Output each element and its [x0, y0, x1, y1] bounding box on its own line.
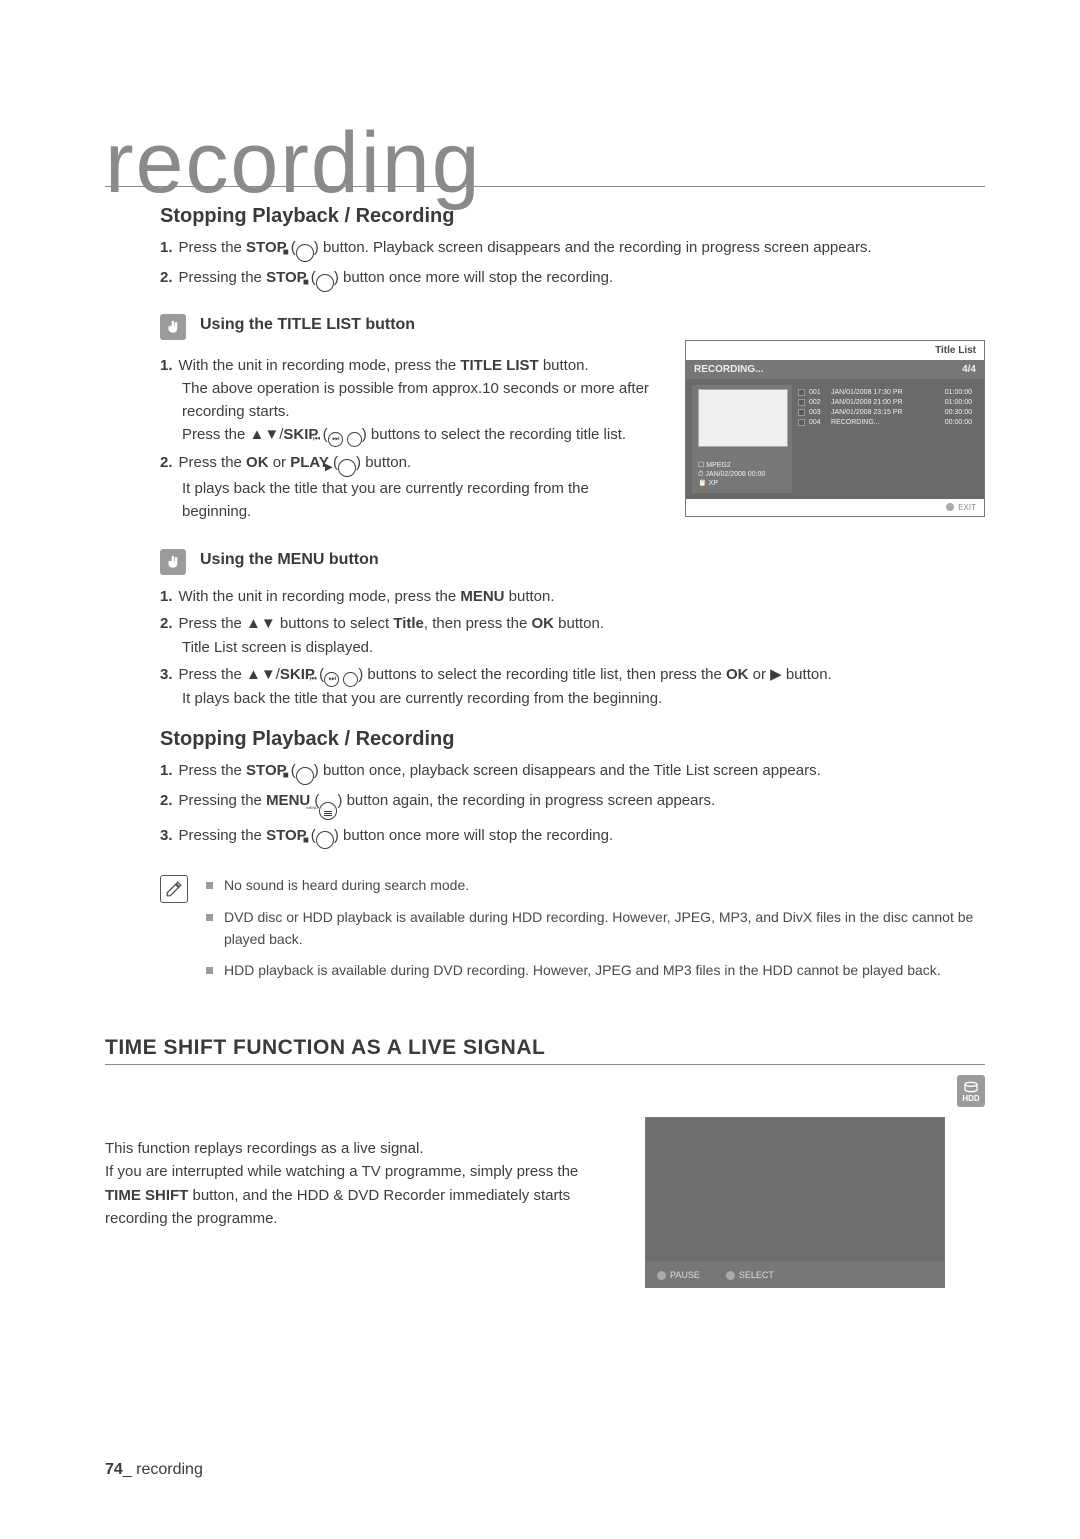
- title-list-screenshot: Title List RECORDING... 4/4 ☐ MPEG2 ⏱ JA…: [685, 340, 985, 517]
- hint-label: Using the TITLE LIST button: [200, 316, 415, 334]
- stop-icon: ■: [296, 244, 314, 262]
- note-list: No sound is heard during search mode. DV…: [206, 875, 985, 992]
- step-number: 1.: [160, 239, 173, 256]
- hand-icon: [160, 549, 186, 575]
- hint-block: Using the TITLE LIST button: [160, 316, 985, 340]
- section-heading: Stopping Playback / Recording: [160, 728, 985, 751]
- step-number: 2.: [160, 269, 173, 286]
- time-shift-section: HDD This function replays recordings as …: [105, 1085, 985, 1288]
- stop-icon: ■: [296, 767, 314, 785]
- tv-screenshot: PAUSE SELECT: [645, 1117, 945, 1288]
- page-footer: 74_ recording: [105, 1461, 203, 1479]
- step-item: 2.Pressing the MENU (MENU) button again,…: [160, 789, 985, 820]
- hdd-badge: HDD: [957, 1075, 985, 1107]
- time-shift-heading: TIME SHIFT FUNCTION AS A LIVE SIGNAL: [105, 1036, 985, 1060]
- section-rule: [105, 1064, 985, 1065]
- content-column: Stopping Playback / Recording 1.Press th…: [105, 205, 985, 992]
- title-row: 002JAN/01/2008 21:00 PR01:00:00: [798, 399, 972, 406]
- pause-label: PAUSE: [657, 1270, 700, 1280]
- step-list: 1.Press the STOP (■) button. Playback sc…: [160, 236, 985, 292]
- page-number: 74: [105, 1461, 123, 1478]
- note-icon: [160, 875, 188, 903]
- title-row: 004RECORDING...00:00:00: [798, 419, 972, 426]
- menu-icon: MENU: [319, 802, 337, 820]
- section-heading: Stopping Playback / Recording: [160, 205, 985, 228]
- note-item: HDD playback is available during DVD rec…: [206, 960, 985, 982]
- step-list: 1.With the unit in recording mode, press…: [160, 350, 655, 528]
- hint-block: Using the MENU button: [160, 551, 985, 575]
- document-page: recording Stopping Playback / Recording …: [0, 0, 1080, 1328]
- skip-next-icon: ⏭: [343, 672, 358, 687]
- title-list-header: Title List: [935, 345, 976, 356]
- step-item: 2.Pressing the STOP (■) button once more…: [160, 266, 985, 292]
- two-column-row: 1.With the unit in recording mode, press…: [160, 350, 985, 528]
- stop-icon: ■: [316, 274, 334, 292]
- page-title: recording: [105, 120, 985, 206]
- play-icon: ▶: [338, 459, 356, 477]
- step-list: 1.Press the STOP (■) button once, playba…: [160, 759, 985, 850]
- step-item: 1.With the unit in recording mode, press…: [160, 585, 985, 608]
- note-block: No sound is heard during search mode. DV…: [160, 875, 985, 992]
- step-item: 2.Press the OK or PLAY (▶) button. It pl…: [160, 451, 655, 523]
- note-item: DVD disc or HDD playback is available du…: [206, 907, 985, 950]
- step-item: 1.Press the STOP (■) button once, playba…: [160, 759, 985, 785]
- stop-icon: ■: [316, 831, 334, 849]
- hint-label: Using the MENU button: [200, 551, 379, 569]
- step-item: 1.Press the STOP (■) button. Playback sc…: [160, 236, 985, 262]
- select-label: SELECT: [726, 1270, 774, 1280]
- step-item: 3.Press the ▲▼/SKIP (⏮ ⏭) buttons to sel…: [160, 663, 985, 710]
- step-item: 2.Press the ▲▼ buttons to select Title, …: [160, 612, 985, 659]
- title-row: 001JAN/01/2008 17:30 PR01:00:00: [798, 389, 972, 396]
- note-item: No sound is heard during search mode.: [206, 875, 985, 897]
- step-item: 1.With the unit in recording mode, press…: [160, 354, 655, 447]
- step-item: 3.Pressing the STOP (■) button once more…: [160, 824, 985, 850]
- title-row: 003JAN/01/2008 23:15 PR00:30:00: [798, 409, 972, 416]
- hand-icon: [160, 314, 186, 340]
- skip-next-icon: ⏭: [347, 432, 362, 447]
- step-list: 1.With the unit in recording mode, press…: [160, 585, 985, 710]
- time-shift-description: This function replays recordings as a li…: [105, 1117, 615, 1230]
